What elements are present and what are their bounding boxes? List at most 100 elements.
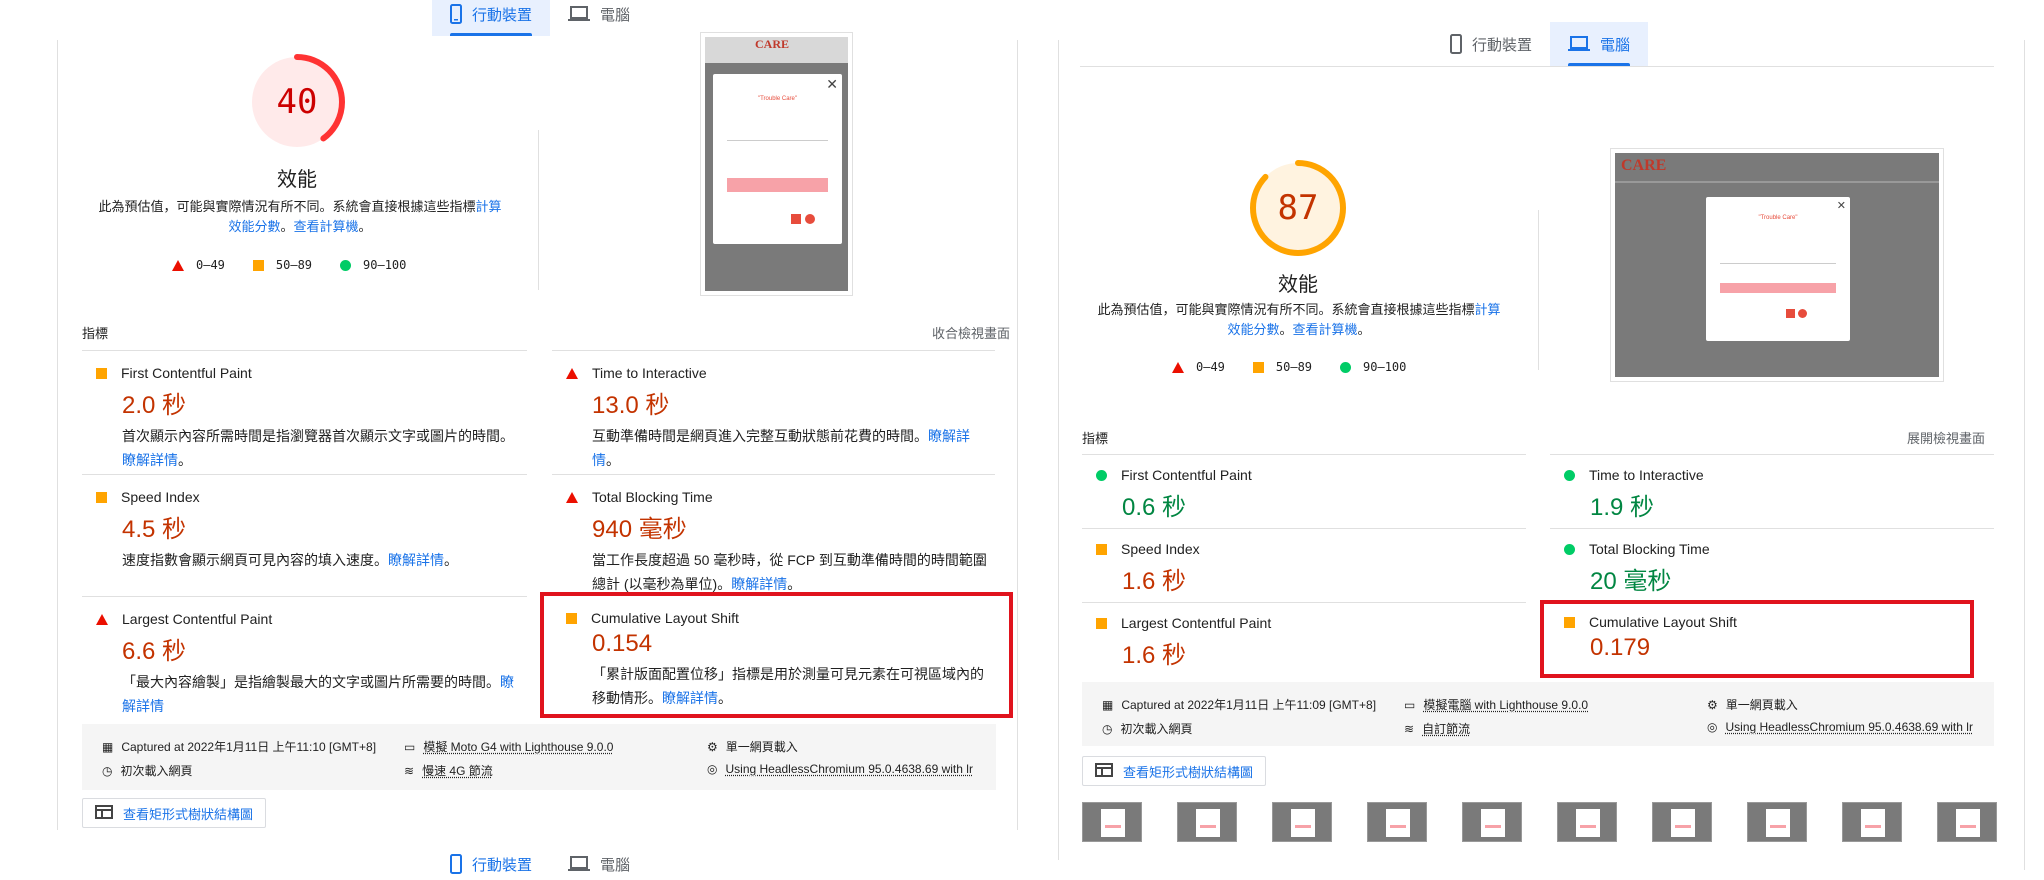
filmstrip-frame [1177,802,1237,842]
metric-name: First Contentful Paint [1121,467,1252,483]
page-load-icon: ⚙ [707,739,718,754]
phone-icon [1450,34,1462,54]
legend-average: 50–89 [252,258,312,272]
right-gauge-title: 效能 [1278,274,1318,296]
treemap-button-label: 查看矩形式樹狀結構圖 [123,806,254,822]
metric-value: 0.6 秒 [1122,494,1187,521]
right-metrics-title: 指標 [1082,431,1109,446]
calendar-icon: ▦ [1102,697,1114,712]
bottom-tab-desktop[interactable]: 電腦 [550,848,648,880]
info-browser-text[interactable]: Using HeadlessChromium 95.0.4638.69 with… [1725,720,1972,734]
legend-pass: 90–100 [340,258,406,272]
average-square-icon [96,367,107,379]
left-metric-si: Speed Index 4.5 秒 速度指數會顯示網頁可見內容的填入速度。瞭解詳… [82,474,527,594]
metric-name: Largest Contentful Paint [1121,615,1272,631]
close-icon: ✕ [1836,200,1846,212]
left-metric-fcp: First Contentful Paint 2.0 秒 首次顯示內容所需時間是… [82,350,527,474]
pass-circle-icon [1564,469,1575,481]
right-metric-fcp: First Contentful Paint 0.6 秒 [1082,454,1526,528]
treemap-icon [1095,762,1113,780]
left-score-note: 此為預估值，可能與實際情況有所不同。系統會直接根據這些指標計算效能分數。查看計算… [95,197,505,237]
metric-desc-end: 。 [787,576,802,592]
legend-fail: 0–49 [172,258,225,272]
tab-desktop[interactable]: 電腦 [550,0,648,36]
preview-popup-button [1720,283,1836,293]
laptop-icon [568,856,591,872]
left-metric-lcp: Largest Contentful Paint 6.6 秒 「最大內容繪製」是… [82,596,527,716]
info-page-load-text: 單一網頁載入 [725,740,798,754]
info-device-text[interactable]: 模擬電腦 with Lighthouse 9.0.0 [1423,696,1588,713]
wifi-icon: ≋ [1404,721,1415,736]
info-device-text[interactable]: 模擬 Moto G4 with Lighthouse 9.0.0 [423,738,613,755]
left-score-legend: 0–49 50–89 90–100 [172,258,406,272]
info-initial-text: 初次載入網頁 [120,764,193,778]
right-score-legend: 0–49 50–89 90–100 [1172,360,1406,374]
right-score-note: 此為預估值，可能與實際情況有所不同。系統會直接根據這些指標計算效能分數。查看計算… [1094,300,1504,340]
info-device: ▭ 模擬電腦 with Lighthouse 9.0.0 [1404,696,1588,713]
left-note-sep: 。 [280,219,294,234]
metric-name: Speed Index [121,489,200,505]
info-browser-text[interactable]: Using HeadlessChromium 95.0.4638.69 with… [725,762,972,776]
info-network-text[interactable]: 自訂節流 [1422,720,1470,737]
left-collapse-toggle[interactable]: 收合檢視畫面 [932,323,1010,342]
right-cls-highlight-box [1540,600,1974,678]
laptop-icon [568,6,591,22]
tab-desktop[interactable]: 電腦 [1550,22,1649,66]
pass-circle-icon [1340,361,1352,373]
left-run-info: ▦ Captured at 2022年1月11日 上午11:10 [GMT+8] … [82,724,996,790]
metric-value: 1.6 秒 [1122,642,1187,669]
legend-pass-label: 90–100 [1363,360,1407,374]
metric-description: 互動準備時間是網頁進入完整互動狀態前花費的時間。 [592,428,928,444]
info-network-text[interactable]: 慢速 4G 節流 [422,762,493,779]
left-treemap-button[interactable]: 查看矩形式樹狀結構圖 [82,798,267,828]
info-browser: ◎ Using HeadlessChromium 95.0.4638.69 wit… [1707,720,1973,734]
metric-value: 13.0 秒 [592,392,670,419]
preview-fb-icon [1786,309,1795,318]
metric-desc-end: 。 [606,452,620,468]
pass-circle-icon [1096,469,1107,481]
right-score-gauge: 87 [1248,158,1348,258]
page-load-icon: ⚙ [1707,697,1718,712]
metric-description: 速度指數會顯示網頁可見內容的填入速度。 [122,552,388,568]
left-link-calculator[interactable]: 查看計算機 [294,219,359,234]
average-square-icon [1096,617,1107,629]
chrome-icon: ◎ [707,762,718,776]
pass-circle-icon [340,259,352,271]
right-expand-toggle[interactable]: 展開檢視畫面 [1907,428,1985,447]
left-score-gauge: 40 [247,52,347,152]
preview-line-icon [1798,309,1807,318]
legend-pass: 90–100 [1340,360,1406,374]
filmstrip-frame [1652,802,1712,842]
fail-triangle-icon [1172,361,1184,373]
bottom-tab-mobile[interactable]: 行動裝置 [432,848,550,880]
left-metrics-title: 指標 [82,326,109,341]
right-note-sep: 。 [1279,322,1293,337]
info-captured: ▦ Captured at 2022年1月11日 上午11:10 [GMT+8] [102,738,376,755]
filmstrip-frame [1842,802,1902,842]
learn-more-link[interactable]: 瞭解詳情 [122,452,178,468]
desktop-page-preview: CARE ✕ "Trouble Care" [1615,153,1939,377]
right-link-calculator[interactable]: 查看計算機 [1293,322,1358,337]
metric-name: Speed Index [1121,541,1200,557]
average-square-icon [1252,361,1264,373]
metric-name: Total Blocking Time [1589,541,1710,557]
tab-desktop-label: 電腦 [1600,36,1631,54]
tab-mobile[interactable]: 行動裝置 [432,0,551,36]
right-tab-divider [1080,66,1994,67]
learn-more-link[interactable]: 瞭解詳情 [388,552,444,568]
left-final-screenshot[interactable]: CARE ✕ "Trouble Care" [700,32,853,296]
learn-more-link[interactable]: 瞭解詳情 [731,576,787,592]
tab-mobile[interactable]: 行動裝置 [1432,22,1550,66]
left-top-device-tabs: 行動裝置 電腦 [432,0,648,36]
preview-popup-input [1720,259,1836,264]
right-panel-border-right [2024,40,2025,870]
tab-mobile-label: 行動裝置 [472,6,533,24]
right-metric-tti: Time to Interactive 1.9 秒 [1550,454,1994,528]
left-metric-tbt: Total Blocking Time 940 毫秒 當工作長度超過 50 毫秒… [552,474,995,594]
right-final-screenshot[interactable]: CARE ✕ "Trouble Care" [1610,148,1944,382]
right-treemap-button[interactable]: 查看矩形式樹狀結構圖 [1082,756,1267,786]
metric-value: 20 毫秒 [1590,568,1672,595]
preview-fb-icon [791,214,801,224]
legend-average-label: 50–89 [1275,360,1313,374]
info-page-load-text: 單一網頁載入 [1725,698,1798,712]
